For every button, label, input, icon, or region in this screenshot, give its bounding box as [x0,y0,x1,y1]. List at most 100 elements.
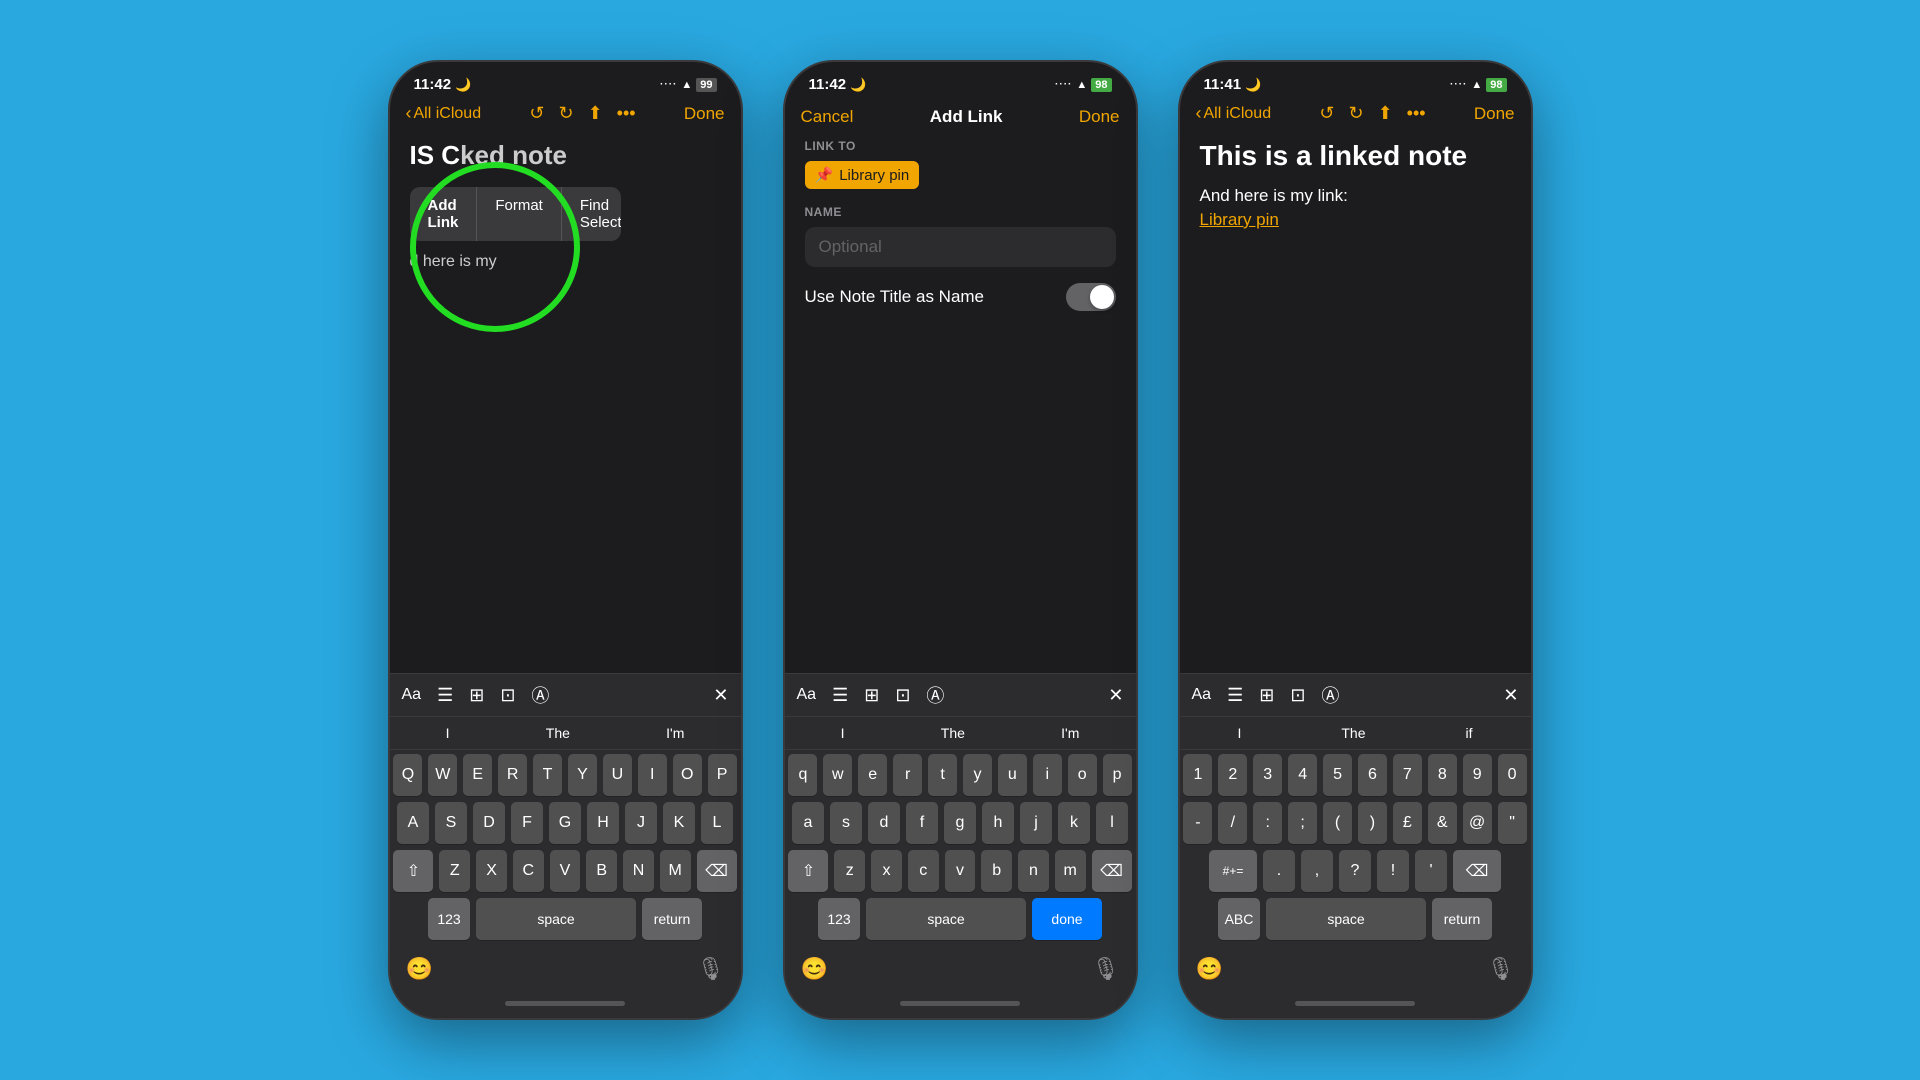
space-key-3[interactable]: space [1266,898,1426,940]
key-2-f[interactable]: f [906,802,938,844]
key-3-rparen[interactable]: ) [1358,802,1387,844]
key-2-v[interactable]: v [945,850,976,892]
share-icon-1[interactable]: ⬆ [588,103,603,124]
add-link-menu-item[interactable]: Add Link [410,187,478,241]
camera-icon-2[interactable]: ⊡ [895,685,910,706]
key-2-q[interactable]: q [788,754,817,796]
num-switch-key-1[interactable]: 123 [428,898,470,940]
key-2-d[interactable]: d [868,802,900,844]
space-key-1[interactable]: space [476,898,636,940]
key-2-y[interactable]: y [963,754,992,796]
key-2-j[interactable]: j [1020,802,1052,844]
done-button-1[interactable]: Done [684,104,725,124]
key-r[interactable]: R [498,754,527,796]
use-note-title-toggle[interactable] [1066,283,1116,311]
suggestion-the-3[interactable]: The [1333,723,1373,743]
aa-icon-3[interactable]: Aa [1192,686,1212,704]
mic-icon-2[interactable]: 🎙 [1092,956,1120,982]
camera-icon-3[interactable]: ⊡ [1290,685,1305,706]
key-3-comma[interactable]: , [1301,850,1333,892]
back-button-1[interactable]: ‹ All iCloud [406,103,482,124]
key-b[interactable]: B [586,850,617,892]
cancel-button-2[interactable]: Cancel [801,107,854,127]
key-h[interactable]: H [587,802,619,844]
key-3-1[interactable]: 1 [1183,754,1212,796]
key-g[interactable]: G [549,802,581,844]
done-key-2[interactable]: done [1032,898,1102,940]
emoji-icon-1[interactable]: 😊 [406,956,433,982]
delete-key-1[interactable]: ⌫ [697,850,737,892]
space-key-2[interactable]: space [866,898,1026,940]
key-3-slash[interactable]: / [1218,802,1247,844]
key-s[interactable]: S [435,802,467,844]
key-j[interactable]: J [625,802,657,844]
grid-icon-2[interactable]: ⊞ [864,685,879,706]
key-2-r[interactable]: r [893,754,922,796]
close-keyboard-icon-2[interactable]: ✕ [1108,685,1123,706]
key-q[interactable]: Q [393,754,422,796]
key-y[interactable]: Y [568,754,597,796]
delete-key-2[interactable]: ⌫ [1092,850,1132,892]
key-2-o[interactable]: o [1068,754,1097,796]
key-3-8[interactable]: 8 [1428,754,1457,796]
pen-icon-3[interactable]: Ⓐ [1321,682,1339,708]
key-3-amp[interactable]: & [1428,802,1457,844]
abc-key-3[interactable]: ABC [1218,898,1260,940]
key-2-x[interactable]: x [871,850,902,892]
key-u[interactable]: U [603,754,632,796]
suggestion-i-1[interactable]: I [438,723,458,743]
key-3-lparen[interactable]: ( [1323,802,1352,844]
more-icon-3[interactable]: ••• [1407,103,1426,124]
key-f[interactable]: F [511,802,543,844]
done-button-3[interactable]: Done [1474,104,1515,124]
emoji-icon-3[interactable]: 😊 [1196,956,1223,982]
more-icon-1[interactable]: ••• [617,103,636,124]
key-3-at[interactable]: @ [1463,802,1492,844]
suggestion-i-2[interactable]: I [833,723,853,743]
undo-icon-3[interactable]: ↺ [1319,103,1334,124]
key-2-w[interactable]: w [823,754,852,796]
key-3-2[interactable]: 2 [1218,754,1247,796]
key-l[interactable]: L [701,802,733,844]
shift-key-1[interactable]: ⇧ [393,850,433,892]
key-2-u[interactable]: u [998,754,1027,796]
key-3-semi[interactable]: ; [1288,802,1317,844]
format-menu-item[interactable]: Format [477,187,562,241]
suggestion-im-1[interactable]: I'm [658,723,692,743]
key-2-c[interactable]: c [908,850,939,892]
key-d[interactable]: D [473,802,505,844]
key-p[interactable]: P [708,754,737,796]
key-2-p[interactable]: p [1103,754,1132,796]
find-selection-menu-item[interactable]: Find Selection [562,187,621,241]
key-3-colon[interactable]: : [1253,802,1282,844]
camera-icon-1[interactable]: ⊡ [500,685,515,706]
key-2-b[interactable]: b [981,850,1012,892]
return-key-3[interactable]: return [1432,898,1492,940]
shift-key-2[interactable]: ⇧ [788,850,828,892]
key-3-quote[interactable]: " [1498,802,1527,844]
key-2-i[interactable]: i [1033,754,1062,796]
suggestion-the-2[interactable]: The [933,723,973,743]
share-icon-3[interactable]: ⬆ [1378,103,1393,124]
note-link-3[interactable]: Library pin [1200,210,1511,230]
key-2-s[interactable]: s [830,802,862,844]
aa-icon-1[interactable]: Aa [402,686,422,704]
key-3-dot[interactable]: . [1263,850,1295,892]
list-icon-2[interactable]: ☰ [832,685,848,706]
suggestion-im-2[interactable]: I'm [1053,723,1087,743]
key-3-exclaim[interactable]: ! [1377,850,1409,892]
undo-icon-1[interactable]: ↺ [529,103,544,124]
grid-icon-3[interactable]: ⊞ [1259,685,1274,706]
list-icon-3[interactable]: ☰ [1227,685,1243,706]
key-2-m[interactable]: m [1055,850,1086,892]
mic-icon-1[interactable]: 🎙 [697,956,725,982]
done-button-2[interactable]: Done [1079,107,1120,127]
key-x[interactable]: X [476,850,507,892]
redo-icon-1[interactable]: ↻ [558,103,573,124]
key-o[interactable]: O [673,754,702,796]
key-m[interactable]: M [660,850,691,892]
key-v[interactable]: V [550,850,581,892]
key-c[interactable]: C [513,850,544,892]
redo-icon-3[interactable]: ↻ [1348,103,1363,124]
back-button-3[interactable]: ‹ All iCloud [1196,103,1272,124]
